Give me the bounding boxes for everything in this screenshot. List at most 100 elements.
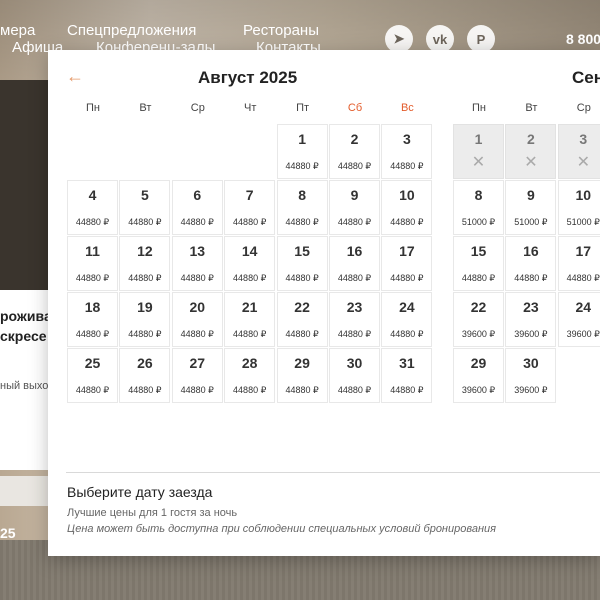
offer-title-line1: роживa (0, 308, 52, 324)
calendar-day[interactable]: 10 51000 ₽ (557, 180, 600, 235)
calendar-day[interactable]: 5 44880 ₽ (119, 180, 171, 235)
calendar-day[interactable]: 30 39600 ₽ (505, 348, 557, 403)
day-number: 10 (575, 187, 592, 203)
pinterest-icon[interactable]: P (467, 25, 495, 53)
calendar-day[interactable]: 4 44880 ₽ (67, 180, 118, 235)
offer-subtitle: ный выход (0, 380, 55, 392)
vk-icon[interactable]: vk (426, 25, 454, 53)
day-price: 44880 ₽ (285, 161, 319, 171)
day-price: 44880 ₽ (285, 329, 319, 339)
calendar-day[interactable]: 7 44880 ₽ (224, 180, 276, 235)
day-number: 23 (523, 299, 539, 315)
day-number: 16 (523, 243, 539, 259)
calendar-day[interactable]: 22 39600 ₽ (453, 292, 504, 347)
day-price: 51000 ₽ (566, 217, 600, 227)
calendar-day[interactable]: 15 44880 ₽ (276, 236, 328, 291)
calendar-day[interactable]: 27 44880 ₽ (171, 348, 223, 403)
day-number: 30 (523, 355, 539, 371)
calendar-day-unavailable: 3 ✕ (557, 124, 600, 179)
nav-link-restaurants[interactable]: Рестораны (243, 22, 319, 39)
day-number: 17 (399, 243, 415, 259)
day-number: 27 (189, 355, 206, 371)
nav-link-offers[interactable]: Спецпредложения (67, 22, 196, 39)
day-price: 44880 ₽ (337, 217, 372, 227)
calendar-day[interactable]: 21 44880 ₽ (224, 292, 276, 347)
day-number: 15 (470, 243, 487, 259)
calendar-day[interactable]: 25 44880 ₽ (67, 348, 118, 403)
calendar-day[interactable]: 3 44880 ₽ (381, 124, 433, 179)
calendar-day[interactable]: 20 44880 ₽ (171, 292, 223, 347)
calendar-day[interactable]: 9 44880 ₽ (329, 180, 380, 235)
calendar-day[interactable]: 23 39600 ₽ (505, 292, 557, 347)
calendar-day[interactable]: 2 44880 ₽ (329, 124, 380, 179)
telegram-icon[interactable]: ➤ (385, 25, 413, 53)
day-price: 44880 ₽ (180, 385, 214, 395)
calendar-day[interactable]: 29 39600 ₽ (453, 348, 504, 403)
calendar-day[interactable]: 8 51000 ₽ (453, 180, 504, 235)
day-price: 44880 ₽ (128, 385, 162, 395)
day-price: 44880 ₽ (514, 273, 548, 283)
day-number: 31 (399, 355, 415, 371)
calendar-day[interactable]: 11 44880 ₽ (67, 236, 118, 291)
day-price: 44880 ₽ (233, 385, 267, 395)
calendar-day[interactable]: 31 44880 ₽ (381, 348, 433, 403)
calendar-day[interactable]: 12 44880 ₽ (119, 236, 171, 291)
calendar-day[interactable]: 15 44880 ₽ (453, 236, 504, 291)
day-price: 44880 ₽ (180, 273, 214, 283)
weekday-label: Пт (296, 102, 310, 114)
day-price: 44880 ₽ (128, 217, 162, 227)
footer-note: Цена может быть доступна при соблюдении … (67, 523, 497, 535)
calendar-day[interactable]: 23 44880 ₽ (329, 292, 380, 347)
calendar-day[interactable]: 26 44880 ₽ (119, 348, 171, 403)
date-picker: ← Август 2025 Сен Пн Вт Ср Чт Пт Сб Вс Пн Вт Ср … (48, 50, 600, 556)
calendar-day[interactable]: 10 44880 ₽ (381, 180, 433, 235)
day-number: 8 (298, 187, 306, 203)
arrow-left-icon[interactable]: ← (66, 66, 84, 87)
day-number: 22 (470, 299, 487, 315)
day-number: 24 (399, 299, 415, 315)
calendar-day[interactable]: 16 44880 ₽ (505, 236, 557, 291)
calendar-day[interactable]: 17 44880 ₽ (557, 236, 600, 291)
day-number: 22 (294, 299, 310, 315)
calendar-day[interactable]: 29 44880 ₽ (276, 348, 328, 403)
calendar-day[interactable]: 28 44880 ₽ (224, 348, 276, 403)
day-number: 2 (350, 131, 359, 147)
day-price: 44880 ₽ (128, 329, 162, 339)
weekday-label: Вс (400, 102, 414, 114)
phone-number[interactable]: 8 800 (566, 31, 600, 47)
day-number: 21 (241, 299, 258, 315)
calendar-day[interactable]: 16 44880 ₽ (329, 236, 380, 291)
offer-title-line2: скресе (0, 328, 47, 344)
calendar-day[interactable]: 6 44880 ₽ (171, 180, 223, 235)
day-number: 26 (137, 355, 153, 371)
calendar-day[interactable]: 22 44880 ₽ (276, 292, 328, 347)
day-number: 23 (346, 299, 363, 315)
calendar-day[interactable]: 19 44880 ₽ (119, 292, 171, 347)
calendar-day[interactable]: 1 44880 ₽ (276, 124, 328, 179)
day-price: 39600 ₽ (566, 329, 600, 339)
weekday-label: Вт (525, 102, 538, 114)
day-number: 8 (474, 187, 483, 203)
calendar-day[interactable]: 8 44880 ₽ (276, 180, 328, 235)
calendar-day[interactable]: 17 44880 ₽ (381, 236, 433, 291)
calendar-day[interactable]: 9 51000 ₽ (505, 180, 557, 235)
day-price: 44880 ₽ (390, 385, 424, 395)
calendar-day[interactable]: 14 44880 ₽ (224, 236, 276, 291)
weekday-label: Ср (576, 102, 591, 114)
calendar-day-unavailable: 1 ✕ (453, 124, 504, 179)
month-title-september: Сен (572, 68, 600, 87)
calendar-day[interactable]: 18 44880 ₽ (67, 292, 118, 347)
calendar-day[interactable]: 24 39600 ₽ (557, 292, 600, 347)
calendar-day[interactable]: 30 44880 ₽ (329, 348, 380, 403)
day-number: 10 (399, 187, 415, 203)
day-price: 44880 ₽ (390, 161, 424, 171)
calendar-day[interactable]: 24 44880 ₽ (381, 292, 433, 347)
day-number: 9 (526, 187, 535, 203)
day-number: 3 (402, 131, 411, 147)
day-price: 44880 ₽ (180, 329, 214, 339)
day-price: 44880 ₽ (75, 273, 110, 283)
footer-divider (66, 472, 600, 473)
day-price: 44880 ₽ (566, 273, 600, 283)
calendar-day[interactable]: 13 44880 ₽ (171, 236, 223, 291)
nav-link-rooms[interactable]: мера (0, 22, 35, 39)
